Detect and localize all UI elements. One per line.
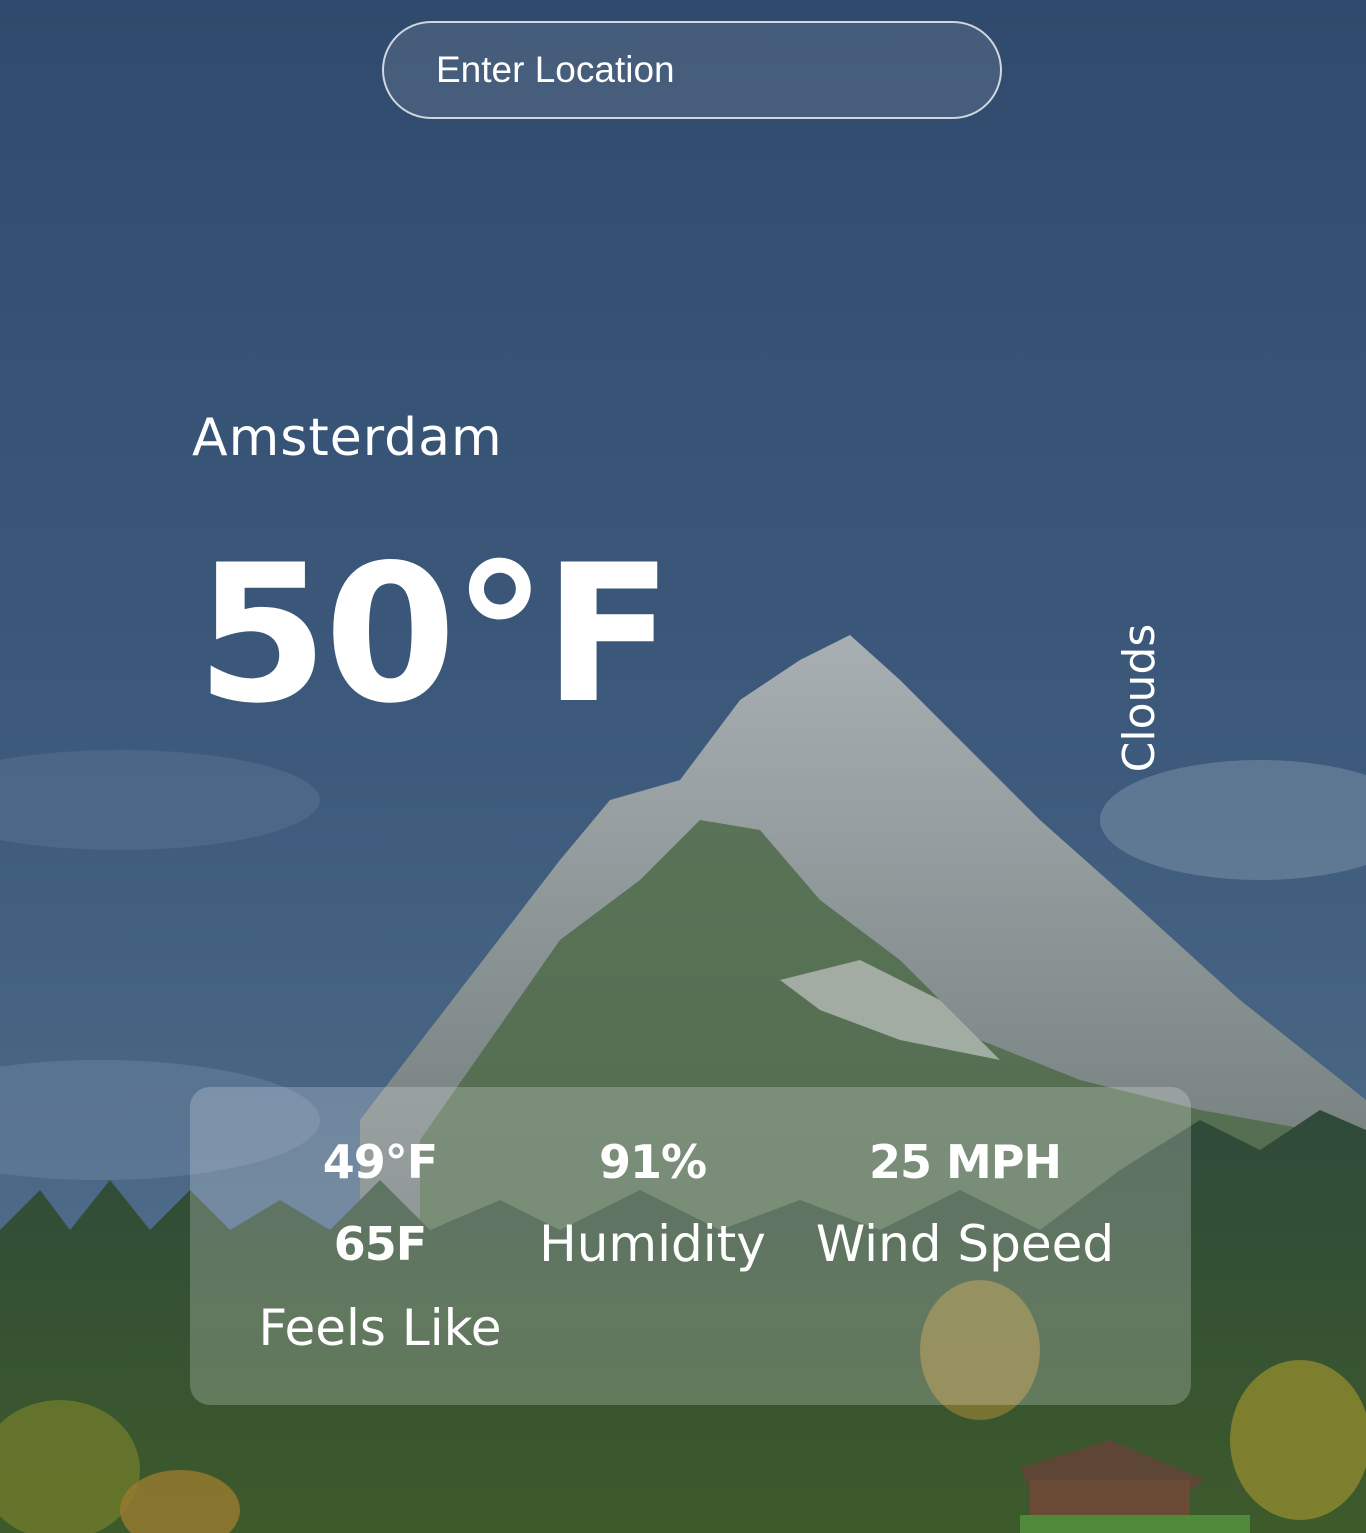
humidity-label: Humidity [539,1215,766,1273]
city-name: Amsterdam [192,408,503,468]
feels-like-value: 49°F [322,1135,438,1189]
feels-like-label: Feels Like [258,1299,502,1357]
humidity-stat: 91% Humidity [510,1139,795,1269]
wind-speed-label: Wind Speed [815,1215,1115,1273]
wind-speed-value: 25 MPH [868,1135,1062,1189]
current-temperature: 50°F [196,524,673,745]
weather-stats-card: 49°F 65F Feels Like 91% Humidity 25 MPH … [190,1087,1191,1405]
location-search [382,21,1002,119]
location-input[interactable] [382,21,1002,119]
feels-like-stat: 49°F 65F Feels Like [230,1139,530,1353]
humidity-value: 91% [598,1135,707,1189]
feels-like-secondary-value: 65F [333,1217,427,1271]
weather-condition: Clouds [1114,623,1165,773]
wind-speed-stat: 25 MPH Wind Speed [800,1139,1130,1269]
weather-app: Amsterdam 50°F Clouds 49°F 65F Feels Lik… [0,0,1366,1533]
